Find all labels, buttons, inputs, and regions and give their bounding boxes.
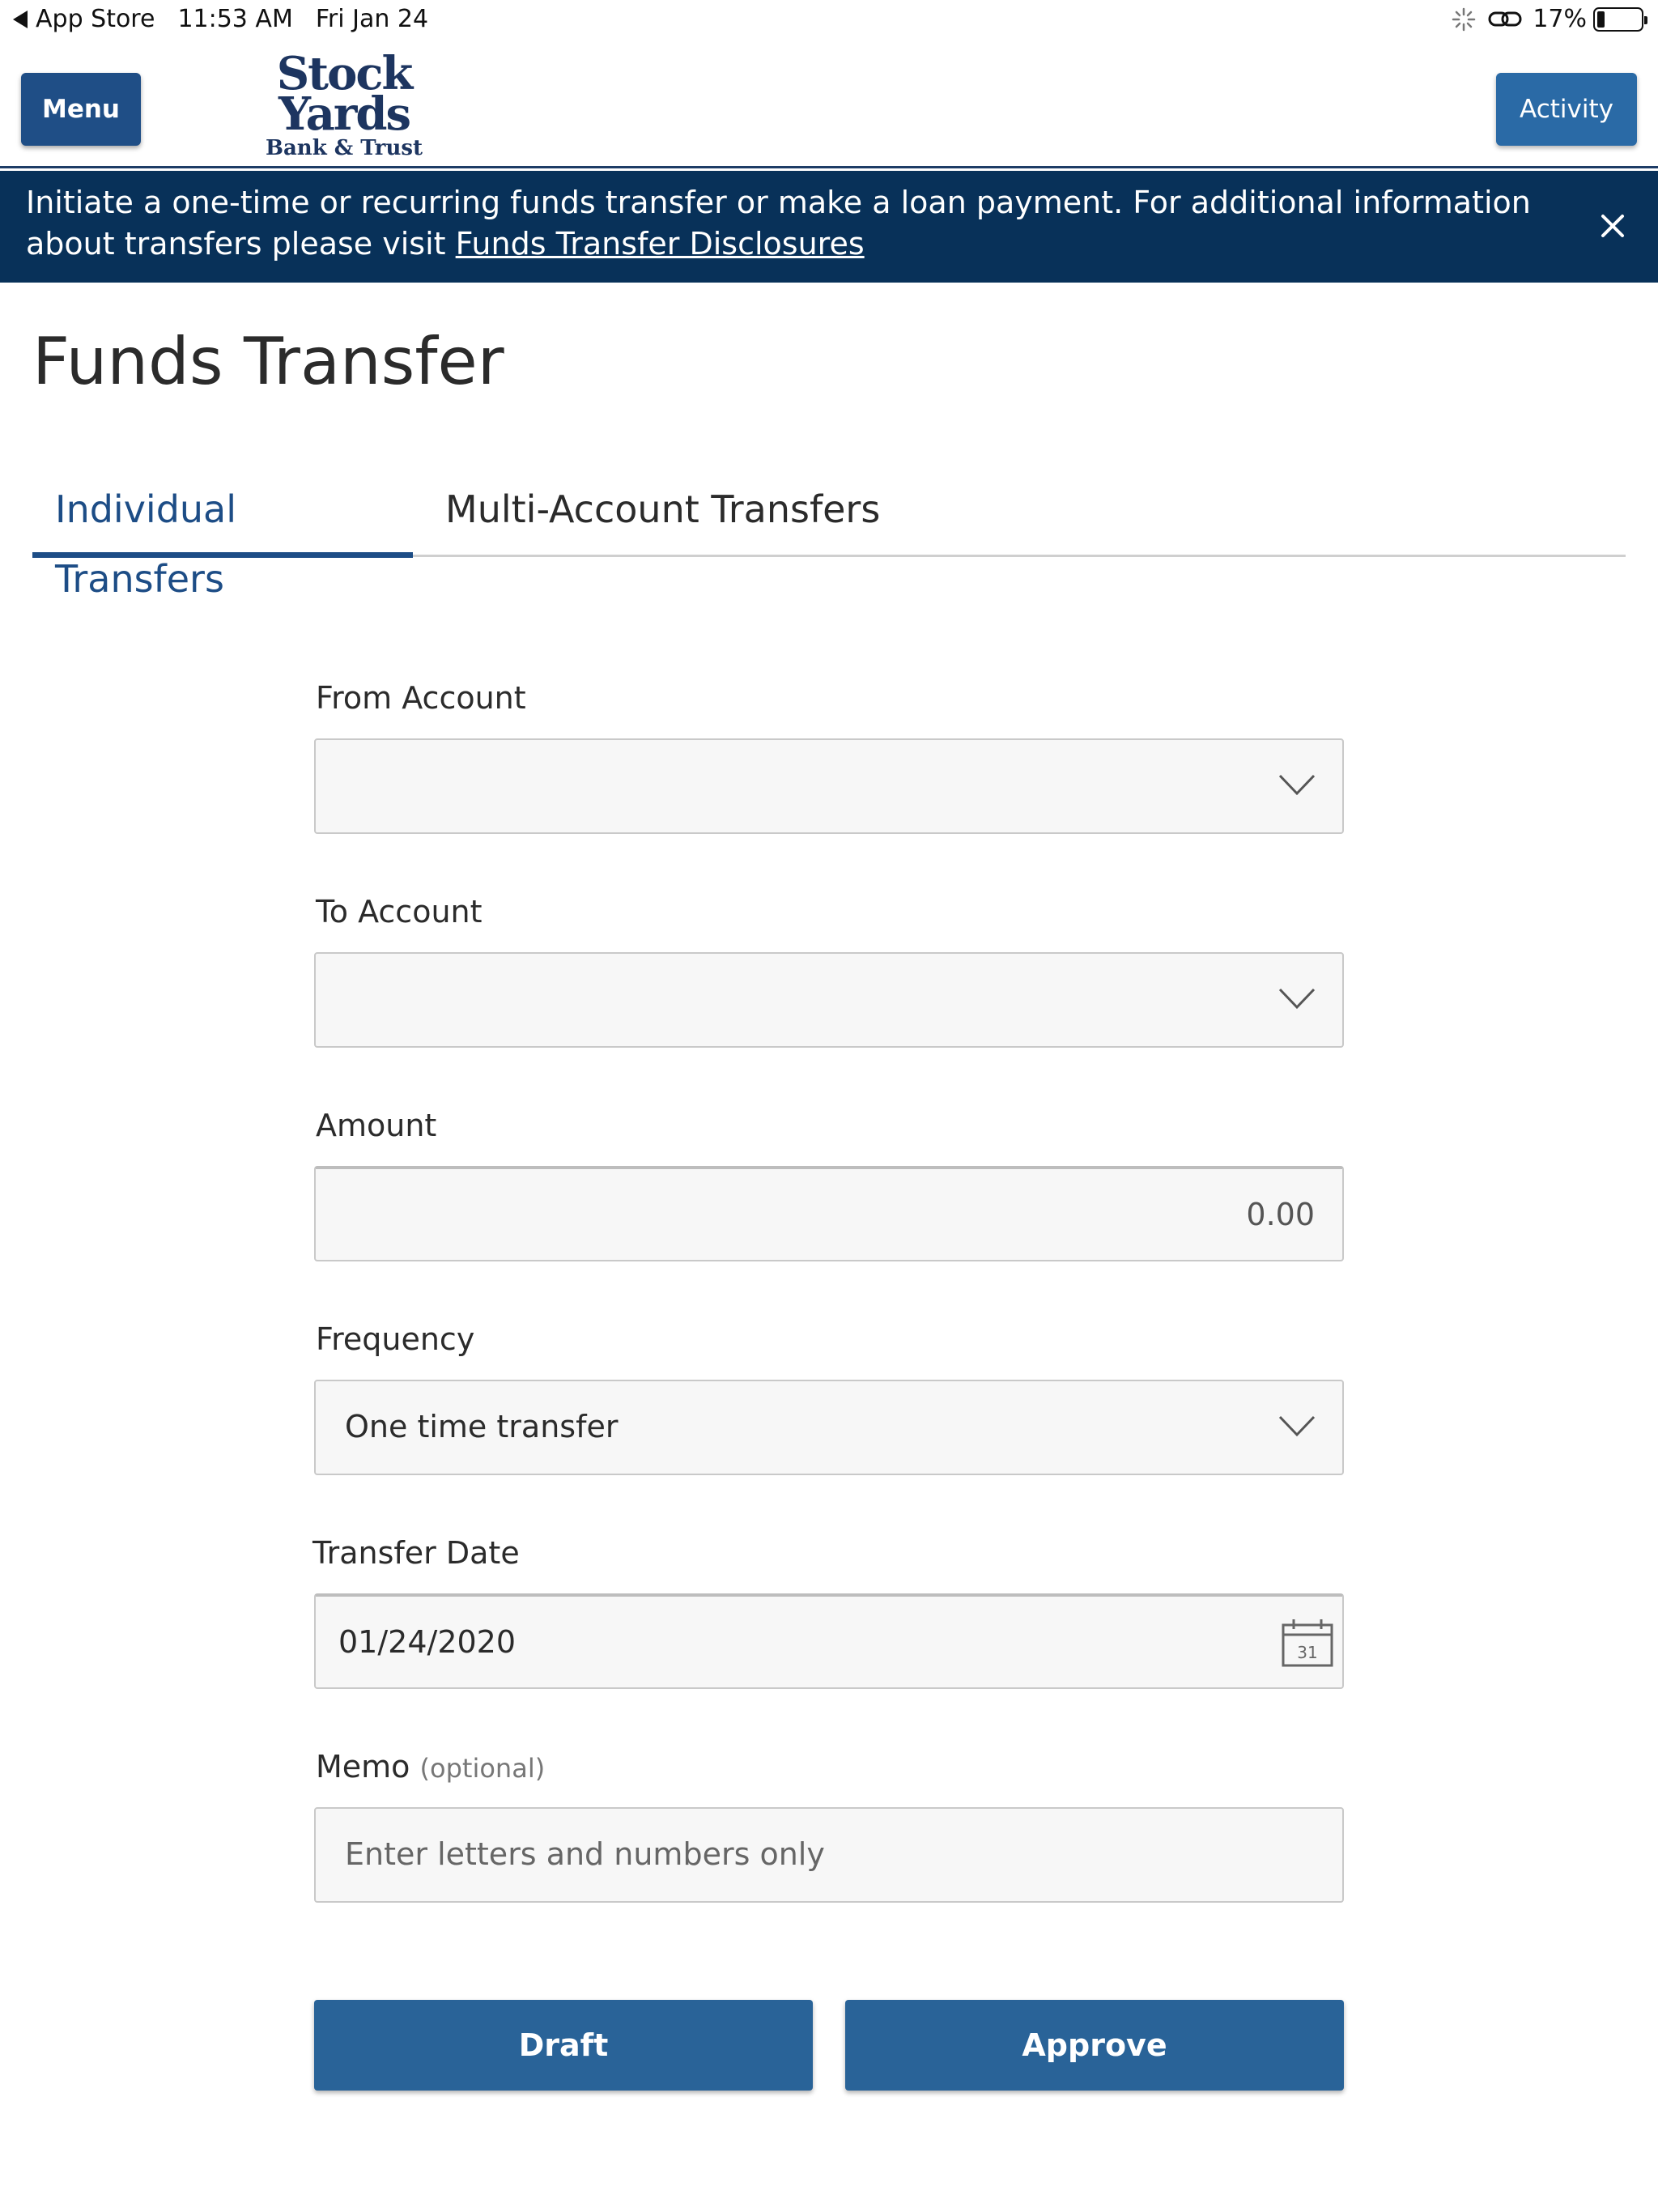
page-title: Funds Transfer (32, 324, 504, 399)
memo-label-text: Memo (316, 1749, 410, 1784)
status-left: App Store 11:53 AM Fri Jan 24 (13, 5, 451, 33)
menu-button[interactable]: Menu (21, 73, 141, 146)
status-right: 17% (1452, 5, 1647, 33)
back-app-label[interactable]: App Store (36, 5, 155, 33)
memo-placeholder: Enter letters and numbers only (345, 1836, 825, 1872)
to-account-label: To Account (316, 894, 483, 929)
transfer-date-value: 01/24/2020 (338, 1624, 517, 1660)
bank-logo[interactable]: Stock Yards Bank & Trust (257, 51, 431, 162)
chevron-down-icon (1278, 988, 1316, 1010)
status-time: 11:53 AM (177, 5, 293, 33)
activity-button[interactable]: Activity (1496, 73, 1637, 146)
transfer-date-label: Transfer Date (312, 1535, 520, 1571)
amount-value: 0.00 (1246, 1197, 1315, 1232)
logo-line-3: Bank & Trust (265, 136, 423, 160)
draft-button[interactable]: Draft (314, 2000, 813, 2091)
from-account-select[interactable] (314, 738, 1344, 834)
status-date: Fri Jan 24 (315, 5, 429, 33)
app-header: Menu Stock Yards Bank & Trust Activity (0, 45, 1658, 168)
battery-percent: 17% (1533, 5, 1587, 33)
calendar-day-text: 31 (1297, 1643, 1317, 1662)
hotspot-link-icon (1488, 11, 1522, 26)
chevron-down-icon (1278, 774, 1316, 796)
chevron-down-icon (1278, 1415, 1316, 1437)
tab-multi-account-transfers[interactable]: Multi-Account Transfers (423, 474, 903, 557)
amount-label: Amount (316, 1108, 437, 1143)
memo-optional-hint: (optional) (419, 1753, 546, 1784)
info-banner: Initiate a one-time or recurring funds t… (0, 171, 1658, 283)
form-actions: Draft Approve (314, 2000, 1344, 2091)
calendar-icon[interactable]: 31 (1281, 1618, 1334, 1668)
frequency-value: One time transfer (345, 1409, 619, 1444)
approve-button[interactable]: Approve (845, 2000, 1344, 2091)
status-bar: App Store 11:53 AM Fri Jan 24 17% (0, 0, 1658, 45)
activity-spinner-icon (1452, 7, 1476, 31)
transfer-date-input[interactable]: 01/24/2020 31 (314, 1593, 1344, 1689)
disclosures-link[interactable]: Funds Transfer Disclosures (456, 226, 865, 262)
to-account-select[interactable] (314, 952, 1344, 1048)
back-arrow-icon[interactable] (13, 10, 28, 28)
memo-label: Memo (optional) (316, 1749, 545, 1784)
logo-line-2: Yards (278, 87, 411, 141)
close-icon[interactable] (1598, 211, 1627, 240)
frequency-select[interactable]: One time transfer (314, 1380, 1344, 1475)
memo-input[interactable]: Enter letters and numbers only (314, 1807, 1344, 1903)
from-account-label: From Account (316, 680, 526, 716)
frequency-label: Frequency (316, 1321, 475, 1357)
transfer-tabs: Individual Transfers Multi-Account Trans… (32, 474, 1626, 601)
amount-input[interactable]: 0.00 (314, 1166, 1344, 1261)
battery-icon (1593, 6, 1647, 32)
tab-individual-transfers[interactable]: Individual Transfers (32, 474, 413, 601)
